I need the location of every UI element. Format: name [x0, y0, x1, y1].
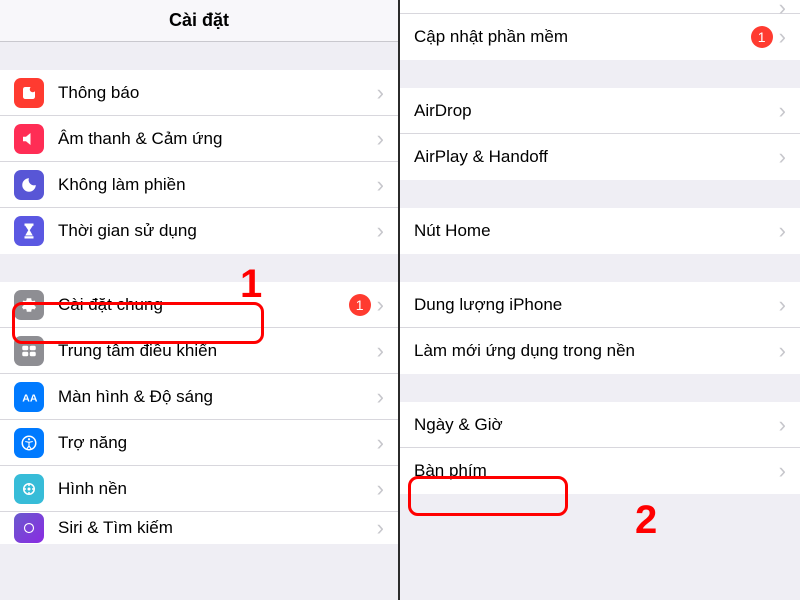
row-label: Bàn phím: [414, 461, 773, 481]
row-control-center[interactable]: Trung tâm điều khiển ›: [0, 328, 398, 374]
row-label: Nút Home: [414, 221, 773, 241]
section-gap: [0, 42, 398, 70]
chevron-right-icon: ›: [377, 517, 384, 539]
row-label: Làm mới ứng dụng trong nền: [414, 341, 773, 361]
accessibility-icon: [14, 428, 44, 458]
chevron-right-icon: ›: [377, 478, 384, 500]
settings-group: AirDrop › AirPlay & Handoff ›: [400, 88, 800, 180]
row-label: Trợ năng: [58, 433, 371, 453]
row-airdrop[interactable]: AirDrop ›: [400, 88, 800, 134]
row-label: Dung lượng iPhone: [414, 295, 773, 315]
row-label: Không làm phiền: [58, 175, 371, 195]
chevron-right-icon: ›: [779, 340, 786, 362]
settings-group: Thông báo › Âm thanh & Cảm ứng › Không l…: [0, 70, 398, 254]
chevron-right-icon: ›: [779, 26, 786, 48]
row-label: AirDrop: [414, 101, 773, 121]
row-label: Ngày & Giờ: [414, 415, 773, 435]
chevron-right-icon: ›: [377, 128, 384, 150]
chevron-right-icon: ›: [779, 100, 786, 122]
settings-root: Cài đặt Thông báo › Âm thanh & Cảm ứng ›: [0, 0, 400, 600]
row-label: Cập nhật phần mềm: [414, 27, 751, 47]
row-label: Cài đặt chung: [58, 295, 349, 315]
settings-group: Dung lượng iPhone › Làm mới ứng dụng tro…: [400, 282, 800, 374]
screentime-icon: [14, 216, 44, 246]
row-general[interactable]: Cài đặt chung 1 ›: [0, 282, 398, 328]
row-notifications[interactable]: Thông báo ›: [0, 70, 398, 116]
general-detail: › Cập nhật phần mềm 1 › AirDrop › AirPla…: [400, 0, 800, 600]
row-label: Trung tâm điều khiển: [58, 341, 371, 361]
row-home-button[interactable]: Nút Home ›: [400, 208, 800, 254]
sounds-icon: [14, 124, 44, 154]
chevron-right-icon: ›: [377, 82, 384, 104]
chevron-right-icon: ›: [779, 0, 786, 19]
chevron-right-icon: ›: [377, 386, 384, 408]
row-label: AirPlay & Handoff: [414, 147, 773, 167]
control-center-icon: [14, 336, 44, 366]
page-title: Cài đặt: [0, 0, 398, 42]
chevron-right-icon: ›: [779, 294, 786, 316]
chevron-right-icon: ›: [377, 174, 384, 196]
annotation-number-2: 2: [635, 498, 657, 543]
chevron-right-icon: ›: [377, 432, 384, 454]
notifications-icon: [14, 78, 44, 108]
row-screentime[interactable]: Thời gian sử dụng ›: [0, 208, 398, 254]
row-label: Thông báo: [58, 83, 371, 103]
row-display[interactable]: AA Màn hình & Độ sáng ›: [0, 374, 398, 420]
chevron-right-icon: ›: [779, 414, 786, 436]
wallpaper-icon: [14, 474, 44, 504]
chevron-right-icon: ›: [779, 146, 786, 168]
chevron-right-icon: ›: [779, 220, 786, 242]
row-background-refresh[interactable]: Làm mới ứng dụng trong nền ›: [400, 328, 800, 374]
settings-group: Cài đặt chung 1 › Trung tâm điều khiển ›…: [0, 282, 398, 544]
row-iphone-storage[interactable]: Dung lượng iPhone ›: [400, 282, 800, 328]
chevron-right-icon: ›: [377, 340, 384, 362]
row-wallpaper[interactable]: Hình nền ›: [0, 466, 398, 512]
display-icon: AA: [14, 382, 44, 412]
section-gap: [400, 374, 800, 402]
row-keyboard[interactable]: Bàn phím ›: [400, 448, 800, 494]
row-label: Siri & Tìm kiếm: [58, 518, 371, 538]
settings-group: Ngày & Giờ › Bàn phím ›: [400, 402, 800, 494]
row-sounds[interactable]: Âm thanh & Cảm ứng ›: [0, 116, 398, 162]
chevron-right-icon: ›: [779, 460, 786, 482]
section-gap: [400, 60, 800, 88]
row-software-update[interactable]: Cập nhật phần mềm 1 ›: [400, 14, 800, 60]
dnd-icon: [14, 170, 44, 200]
section-gap: [0, 254, 398, 282]
settings-group: › Cập nhật phần mềm 1 ›: [400, 0, 800, 60]
siri-icon: [14, 513, 44, 543]
chevron-right-icon: ›: [377, 220, 384, 242]
svg-text:AA: AA: [22, 392, 38, 404]
row-dnd[interactable]: Không làm phiền ›: [0, 162, 398, 208]
section-gap: [400, 180, 800, 208]
settings-group: Nút Home ›: [400, 208, 800, 254]
row-label: Hình nền: [58, 479, 371, 499]
row-siri[interactable]: Siri & Tìm kiếm ›: [0, 512, 398, 544]
chevron-right-icon: ›: [377, 294, 384, 316]
row-date-time[interactable]: Ngày & Giờ ›: [400, 402, 800, 448]
row-airplay[interactable]: AirPlay & Handoff ›: [400, 134, 800, 180]
notification-badge: 1: [751, 26, 773, 48]
gear-icon: [14, 290, 44, 320]
row-label: Màn hình & Độ sáng: [58, 387, 371, 407]
row-accessibility[interactable]: Trợ năng ›: [0, 420, 398, 466]
section-gap: [400, 254, 800, 282]
notification-badge: 1: [349, 294, 371, 316]
row-label: Âm thanh & Cảm ứng: [58, 129, 371, 149]
row-label: Thời gian sử dụng: [58, 221, 371, 241]
row-partial[interactable]: ›: [400, 0, 800, 14]
